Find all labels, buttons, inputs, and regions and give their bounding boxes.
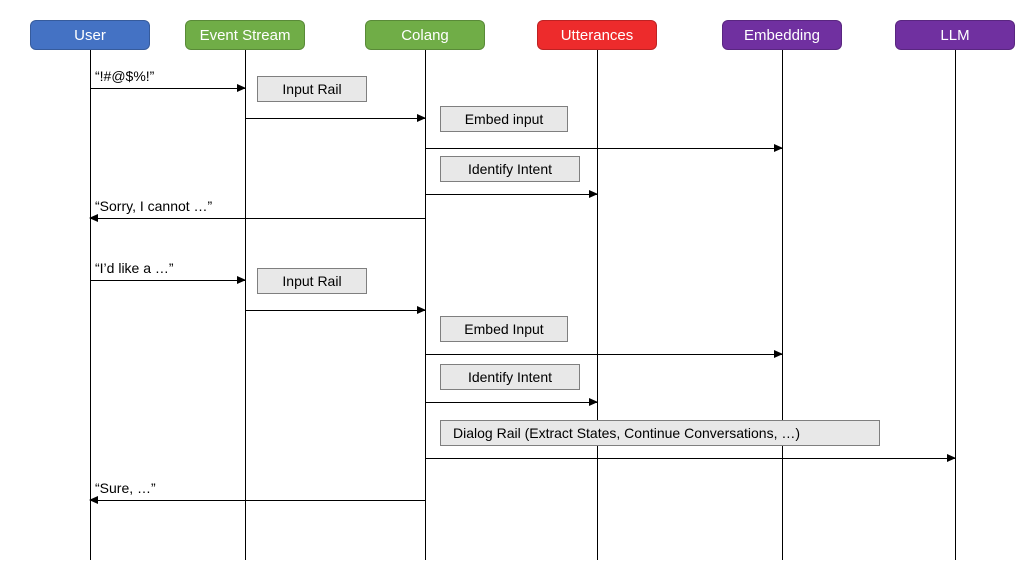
- arrow-user-to-eventstream-1: [90, 88, 245, 89]
- arrow-eventstream-to-colang-2: [245, 310, 425, 311]
- arrow-colang-to-utterances-2: [425, 402, 597, 403]
- arrow-colang-to-utterances-1: [425, 194, 597, 195]
- box-identify-intent-1: Identify Intent: [440, 156, 580, 182]
- participant-colang: Colang: [365, 20, 485, 50]
- arrow-user-to-eventstream-2: [90, 280, 245, 281]
- box-dialog-rail: Dialog Rail (Extract States, Continue Co…: [440, 420, 880, 446]
- arrow-colang-to-embedding-2: [425, 354, 782, 355]
- participant-embedding: Embedding: [722, 20, 842, 50]
- participant-utterances: Utterances: [537, 20, 657, 50]
- box-embed-input-1: Embed input: [440, 106, 568, 132]
- box-input-rail-2: Input Rail: [257, 268, 367, 294]
- msg-input-1: “!#@$%!”: [95, 68, 154, 84]
- arrow-colang-to-user-sorry: [90, 218, 425, 219]
- msg-sorry: “Sorry, I cannot …”: [95, 198, 212, 214]
- box-input-rail-1: Input Rail: [257, 76, 367, 102]
- lifeline-utterances: [597, 50, 598, 560]
- msg-sure: “Sure, …”: [95, 480, 156, 496]
- lifeline-colang: [425, 50, 426, 560]
- lifeline-user: [90, 50, 91, 560]
- arrow-colang-to-user-sure: [90, 500, 425, 501]
- lifeline-llm: [955, 50, 956, 560]
- lifeline-event-stream: [245, 50, 246, 560]
- box-identify-intent-2: Identify Intent: [440, 364, 580, 390]
- box-embed-input-2: Embed Input: [440, 316, 568, 342]
- participant-user: User: [30, 20, 150, 50]
- msg-input-2: “I’d like a …”: [95, 260, 174, 276]
- arrow-eventstream-to-colang-1: [245, 118, 425, 119]
- lifeline-embedding: [782, 50, 783, 560]
- participant-llm: LLM: [895, 20, 1015, 50]
- arrow-colang-to-embedding-1: [425, 148, 782, 149]
- participant-event-stream: Event Stream: [185, 20, 305, 50]
- arrow-colang-to-llm: [425, 458, 955, 459]
